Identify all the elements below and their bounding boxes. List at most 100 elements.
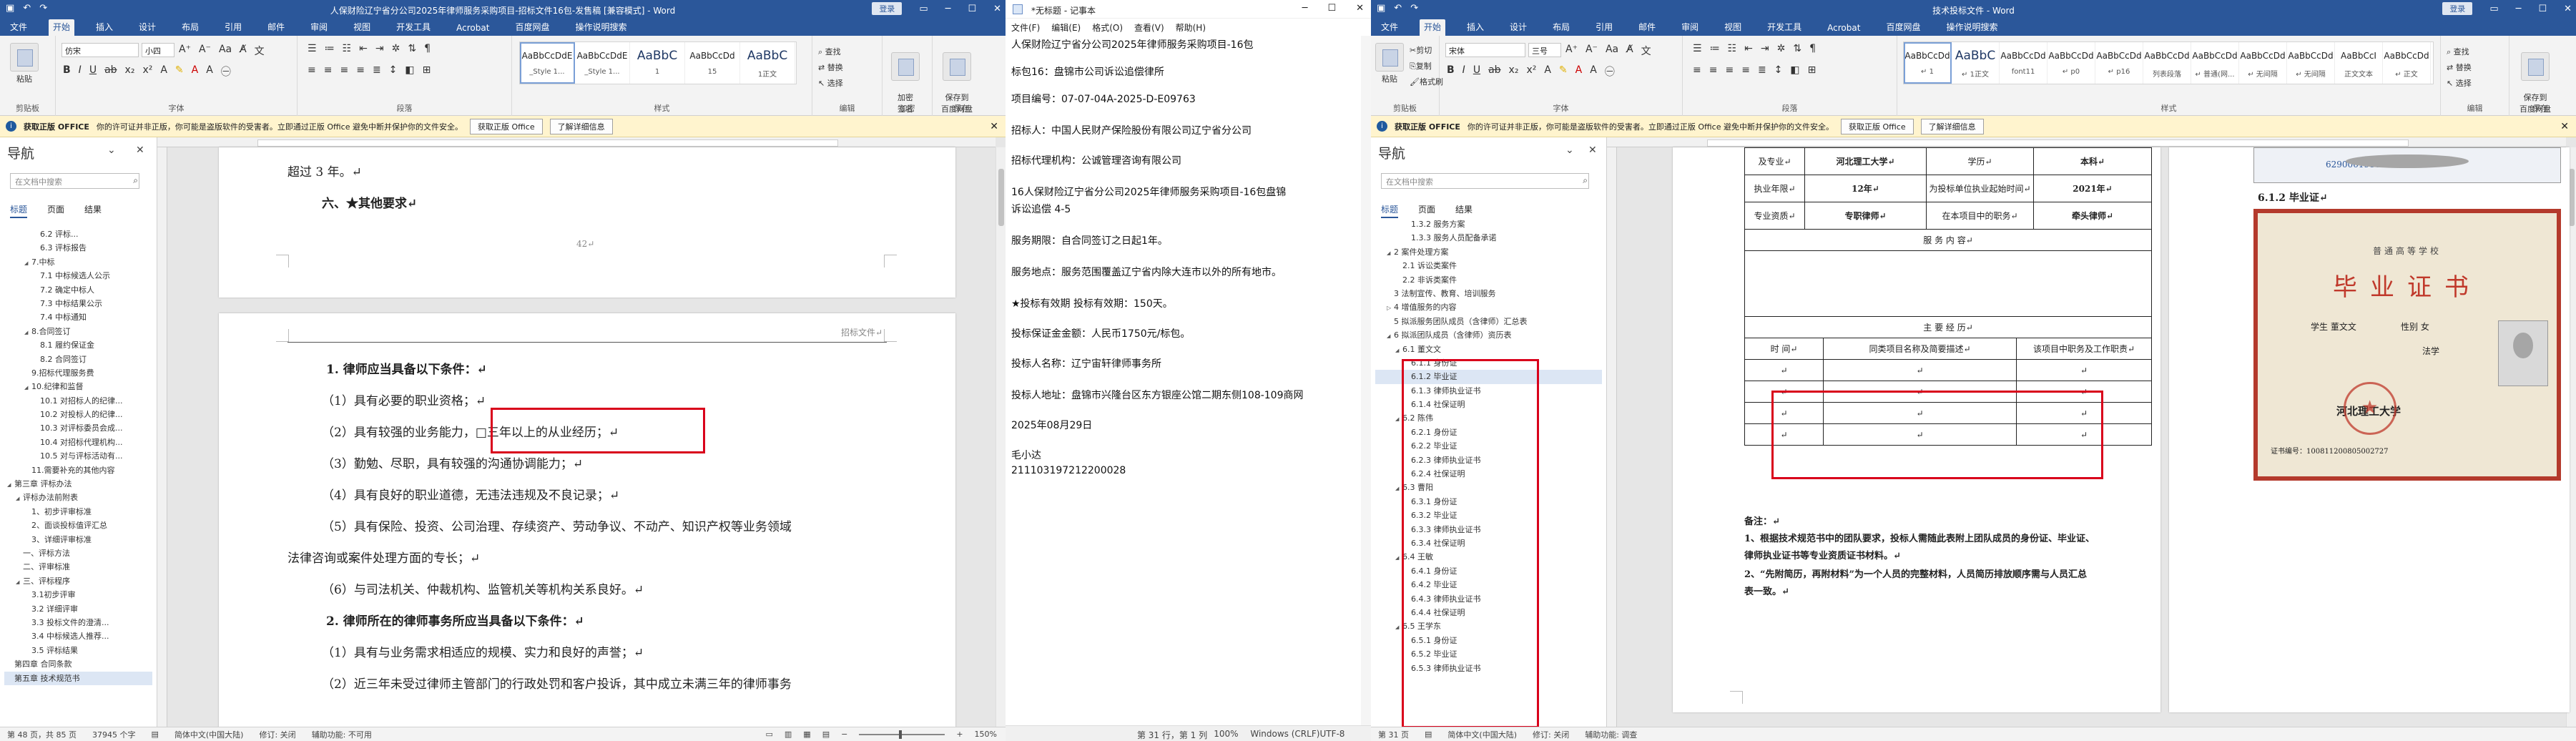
style-6[interactable]: AaBbCcDd ↵ 普通(网... xyxy=(2191,42,2239,84)
nav-heading-item[interactable]: 3、详细评审标准 xyxy=(4,533,152,546)
paste-button[interactable]: 粘贴 xyxy=(1375,43,1404,84)
underline-icon[interactable]: U xyxy=(89,64,97,79)
font-style-buttons[interactable]: B I U ab x₂ x² A ✎ A A ㊀ xyxy=(1447,64,1615,79)
font-style-buttons[interactable]: B I U ab x₂ x² A ✎ A A ㊀ xyxy=(63,64,231,79)
enclose-char-icon[interactable]: ㊀ xyxy=(221,64,231,79)
close-icon[interactable]: ✕ xyxy=(136,144,144,156)
chevron-down-icon[interactable]: ⌄ xyxy=(1565,144,1574,156)
nav-heading-item[interactable]: 7.中标 xyxy=(4,255,152,269)
align-buttons[interactable]: ≡ ≡ ≡ ≡ ≣ ↕ ◧ ⊞ xyxy=(308,64,431,76)
strikethrough-icon[interactable]: ab xyxy=(1488,64,1500,79)
menu-item-4[interactable]: 帮助(H) xyxy=(1176,21,1206,34)
style-2[interactable]: AaBbC 1 xyxy=(630,42,685,84)
tab-6[interactable]: 邮件 xyxy=(1634,19,1660,36)
style-7[interactable]: AaBbCcDd ↵ 无间隔 xyxy=(2239,42,2287,84)
borders-icon[interactable]: ⊞ xyxy=(423,64,431,76)
tab-12[interactable]: 操作说明搜索 xyxy=(1942,19,2002,36)
nav-tab-0[interactable]: 标题 xyxy=(1381,203,1399,218)
change-case-icon[interactable]: Aa xyxy=(219,44,232,58)
tab-1[interactable]: 开始 xyxy=(1420,19,1446,36)
tab-0[interactable]: 文件 xyxy=(1377,19,1402,36)
horizontal-ruler[interactable] xyxy=(157,137,996,147)
text-effect-icon[interactable]: A xyxy=(1544,64,1551,79)
maximize-icon[interactable]: ☐ xyxy=(2538,4,2547,14)
learn-more-button[interactable]: 了解详细信息 xyxy=(549,118,613,134)
nav-heading-item[interactable]: 3.5 评标结果 xyxy=(4,644,152,657)
nav-heading-item[interactable]: 2、面谈投标值评汇总 xyxy=(4,519,152,532)
justify-icon[interactable]: ≡ xyxy=(356,64,365,76)
proofing-icon[interactable]: ▤ xyxy=(151,730,158,739)
print-layout-icon[interactable]: ▦ xyxy=(803,730,810,739)
show-marks-icon[interactable]: ¶ xyxy=(1809,43,1816,54)
numbering-icon[interactable]: ≔ xyxy=(1710,43,1720,54)
title-bar[interactable]: *无标题 - 记事本 ─ ☐ ✕ xyxy=(1006,0,1371,19)
align-right-icon[interactable]: ≡ xyxy=(1725,64,1734,76)
font-size-buttons[interactable]: A⁺ A⁻ Aa A̸ 文 xyxy=(1565,44,1651,58)
find-button[interactable]: ⌕ 查找 xyxy=(2447,46,2469,57)
style-1[interactable]: AaBbC ↵ 1正文 xyxy=(1952,42,2000,84)
replace-button[interactable]: ⇄ 替换 xyxy=(818,62,843,73)
tab-3[interactable]: 设计 xyxy=(1505,19,1531,36)
nav-heading-item[interactable]: 2.2 非诉类案件 xyxy=(1375,273,1602,287)
tab-4[interactable]: 布局 xyxy=(1548,19,1574,36)
menu-item-0[interactable]: 文件(F) xyxy=(1011,21,1040,34)
chinese-layout-icon[interactable]: ✲ xyxy=(1777,43,1786,54)
font-size-buttons[interactable]: A⁺ A⁻ Aa A̸ 文 xyxy=(179,44,265,58)
tab-7[interactable]: 审阅 xyxy=(306,19,332,36)
tab-11[interactable]: 百度网盘 xyxy=(1882,19,1924,36)
minimize-icon[interactable]: ─ xyxy=(945,4,951,14)
bullets-icon[interactable]: ☰ xyxy=(1693,43,1702,54)
line-spacing-icon[interactable]: ↕ xyxy=(1774,64,1783,76)
sort-icon[interactable]: ⇅ xyxy=(408,43,416,54)
subscript-icon[interactable]: x₂ xyxy=(1509,64,1519,79)
tab-6[interactable]: 邮件 xyxy=(263,19,289,36)
login-button[interactable]: 登录 xyxy=(2442,2,2473,15)
list-buttons[interactable]: ☰ ≔ ☷ ⇤ ⇥ ✲ ⇅ ¶ xyxy=(1693,43,1816,54)
tab-12[interactable]: 操作说明搜索 xyxy=(571,19,631,36)
tab-8[interactable]: 视图 xyxy=(349,19,375,36)
font-size-box[interactable]: 小四 xyxy=(142,43,174,57)
close-icon[interactable]: ✕ xyxy=(993,4,1001,14)
italic-icon[interactable]: I xyxy=(1462,64,1465,79)
align-center-icon[interactable]: ≡ xyxy=(1709,64,1718,76)
nav-heading-item[interactable]: 7.1 中标候选人公示 xyxy=(4,269,152,283)
nav-heading-item[interactable]: 4 增值服务的内容 xyxy=(1375,300,1602,314)
nav-heading-item[interactable]: 一、评标方法 xyxy=(4,546,152,560)
nav-search-input[interactable]: 在文档中搜索 xyxy=(10,173,139,189)
style-4[interactable]: AaBbCcDd ↵ p16 xyxy=(2095,42,2143,84)
tab-2[interactable]: 插入 xyxy=(1462,19,1488,36)
nav-heading-item[interactable]: 评标办法前附表 xyxy=(4,491,152,504)
tab-9[interactable]: 开发工具 xyxy=(1763,19,1806,36)
maximize-icon[interactable]: ☐ xyxy=(1327,3,1336,14)
style-8[interactable]: AaBbCcDd ↵ 无间隔 xyxy=(2287,42,2335,84)
align-center-icon[interactable]: ≡ xyxy=(324,64,333,76)
cut-button[interactable]: ✂剪切 xyxy=(1410,44,1432,56)
clear-format-icon[interactable]: A̸ xyxy=(1626,44,1633,58)
nav-heading-item[interactable]: 10.1 对招标人的纪律... xyxy=(4,394,152,408)
subscript-icon[interactable]: x₂ xyxy=(125,64,135,79)
menu-item-2[interactable]: 格式(O) xyxy=(1092,21,1123,34)
superscript-icon[interactable]: x² xyxy=(142,64,152,79)
nav-heading-item[interactable]: 3.4 中标候选人推荐... xyxy=(4,629,152,643)
nav-tab-2[interactable]: 结果 xyxy=(84,203,102,218)
tab-5[interactable]: 引用 xyxy=(1591,19,1617,36)
shrink-font-icon[interactable]: A⁻ xyxy=(1586,44,1598,58)
web-layout-icon[interactable]: ▤ xyxy=(822,730,830,739)
nav-heading-item[interactable]: 第五章 技术规范书 xyxy=(4,671,152,685)
nav-heading-item[interactable]: 8.合同签订 xyxy=(4,325,152,338)
numbering-icon[interactable]: ≔ xyxy=(325,43,335,54)
line-spacing-icon[interactable]: ↕ xyxy=(389,64,398,76)
increase-indent-icon[interactable]: ⇥ xyxy=(375,43,384,54)
font-color-icon[interactable]: A xyxy=(192,64,199,79)
nav-heading-item[interactable]: 10.纪律和监督 xyxy=(4,380,152,393)
login-button[interactable]: 登录 xyxy=(872,2,903,15)
superscript-icon[interactable]: x² xyxy=(1526,64,1536,79)
clear-format-icon[interactable]: A̸ xyxy=(240,44,247,58)
tab-7[interactable]: 审阅 xyxy=(1677,19,1703,36)
nav-heading-item[interactable]: 7.2 确定中标人 xyxy=(4,283,152,297)
decrease-indent-icon[interactable]: ⇤ xyxy=(1744,43,1753,54)
list-buttons[interactable]: ☰ ≔ ☷ ⇤ ⇥ ✲ ⇅ ¶ xyxy=(308,43,431,54)
search-icon[interactable]: ⌕ xyxy=(1583,175,1588,186)
grow-font-icon[interactable]: A⁺ xyxy=(1565,44,1578,58)
change-case-icon[interactable]: Aa xyxy=(1606,44,1618,58)
